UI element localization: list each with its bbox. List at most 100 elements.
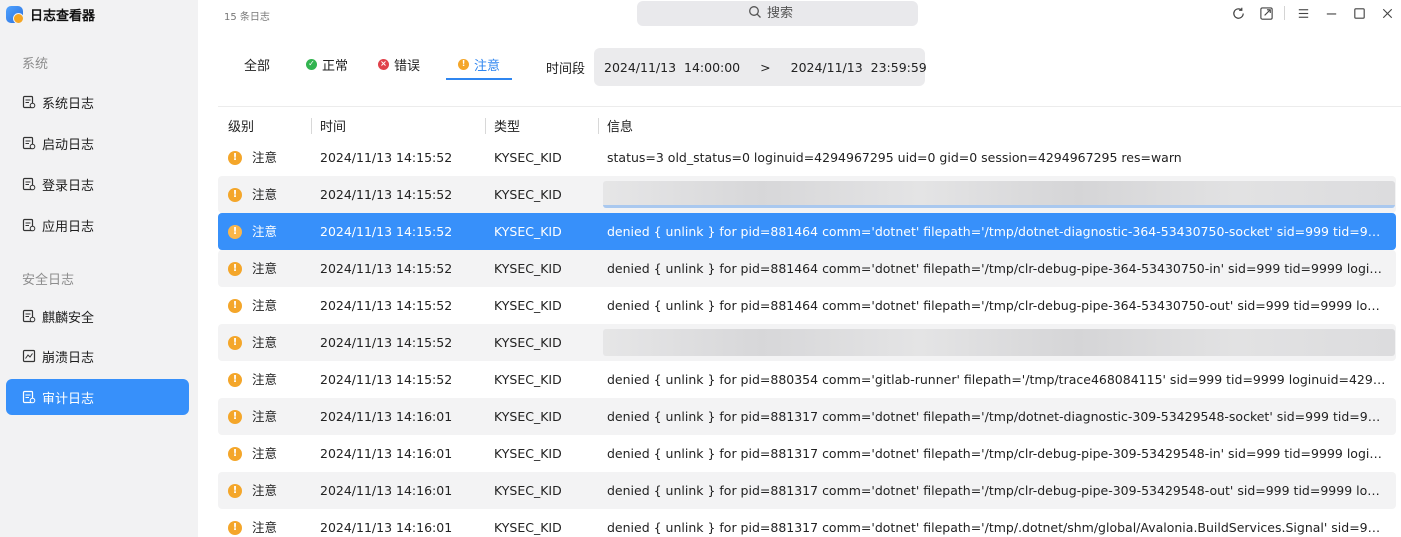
header-divider <box>218 106 1401 107</box>
sidebar-item-kylin-security[interactable]: 麒麟安全 <box>6 298 189 334</box>
tab-error[interactable]: × 错误 <box>374 50 424 80</box>
type-cell: KYSEC_KID <box>494 187 562 202</box>
tab-warning[interactable]: ! 注意 <box>446 50 513 80</box>
time-range-label: 时间段 <box>546 62 586 77</box>
time-cell: 2024/11/13 14:15:52 <box>320 224 453 239</box>
export-button[interactable] <box>1252 0 1280 26</box>
info-cell: denied { unlink } for pid=881464 comm='d… <box>607 298 1387 313</box>
sidebar-item-boot-log[interactable]: 启动日志 <box>6 125 189 161</box>
log-table: ! 注意 2024/11/13 14:15:52 KYSEC_KID status… <box>218 139 1401 537</box>
sidebar-item-system-log[interactable]: 系统日志 <box>6 84 189 120</box>
level-text: 注意 <box>252 298 278 313</box>
table-row[interactable]: ! 注意 2024/11/13 14:15:52 KYSEC_KID <box>218 324 1396 361</box>
level-text: 注意 <box>252 372 278 387</box>
column-header-level[interactable]: 级别 <box>228 116 254 135</box>
info-cell: denied { unlink } for pid=881317 comm='d… <box>607 446 1387 461</box>
type-cell: KYSEC_KID <box>494 372 562 387</box>
time-range-arrow: > <box>760 59 771 75</box>
level-cell: ! 注意 <box>228 213 277 250</box>
level-cell: ! 注意 <box>228 435 277 472</box>
level-cell: ! 注意 <box>228 176 277 213</box>
table-row[interactable]: ! 注意 2024/11/13 14:15:52 KYSEC_KID denied… <box>218 287 1396 324</box>
level-text: 注意 <box>252 446 278 461</box>
level-text: 注意 <box>252 261 278 276</box>
menu-button[interactable] <box>1289 0 1317 26</box>
time-cell: 2024/11/13 14:16:01 <box>320 446 453 461</box>
time-cell: 2024/11/13 14:15:52 <box>320 298 453 313</box>
warning-circle-icon: ! <box>228 224 242 239</box>
export-icon <box>1259 6 1273 20</box>
time-cell: 2024/11/13 14:15:52 <box>320 261 453 276</box>
time-cell: 2024/11/13 14:16:01 <box>320 483 453 498</box>
sidebar-group-security: 安全日志 <box>22 273 75 288</box>
app-title-text: 日志查看器 <box>30 8 96 24</box>
sidebar-item-label: 崩溃日志 <box>42 350 95 366</box>
menu-icon <box>1298 8 1308 18</box>
app-logo-icon <box>6 5 24 24</box>
tab-label: 正常 <box>322 58 349 74</box>
table-row[interactable]: ! 注意 2024/11/13 14:15:52 KYSEC_KID <box>218 176 1396 213</box>
app-title: 日志查看器 <box>6 4 95 24</box>
level-filter-tabs: 全部 ✓ 正常 × 错误 ! 注意 <box>220 50 534 80</box>
column-divider[interactable] <box>598 118 599 134</box>
minimize-button[interactable] <box>1317 0 1345 26</box>
sidebar-item-label: 麒麟安全 <box>42 310 95 326</box>
time-cell: 2024/11/13 14:15:52 <box>320 372 453 387</box>
table-header: 级别 时间 类型 信息 <box>218 112 1401 138</box>
level-cell: ! 注意 <box>228 139 277 176</box>
info-cell: denied { unlink } for pid=881464 comm='d… <box>607 224 1387 239</box>
sidebar-item-login-log[interactable]: 登录日志 <box>6 166 189 202</box>
tab-normal[interactable]: ✓ 正常 <box>302 50 352 80</box>
table-row[interactable]: ! 注意 2024/11/13 14:16:01 KYSEC_KID denied… <box>218 509 1396 537</box>
info-cell: denied { unlink } for pid=880354 comm='g… <box>607 372 1387 387</box>
level-text: 注意 <box>252 224 278 239</box>
sidebar-item-label: 登录日志 <box>42 178 95 194</box>
sidebar-item-audit-log[interactable]: 审计日志 <box>6 379 189 415</box>
type-cell: KYSEC_KID <box>494 409 562 424</box>
log-icon <box>22 95 36 109</box>
sidebar-item-label: 审计日志 <box>42 391 95 407</box>
log-icon <box>22 309 36 323</box>
tab-all[interactable]: 全部 <box>220 50 274 80</box>
sidebar-item-label: 系统日志 <box>42 96 95 112</box>
type-cell: KYSEC_KID <box>494 261 562 276</box>
tab-label: 注意 <box>474 58 501 74</box>
check-circle-icon: ✓ <box>306 58 318 70</box>
type-cell: KYSEC_KID <box>494 520 562 535</box>
maximize-button[interactable] <box>1345 0 1373 26</box>
window-controls <box>1224 0 1401 26</box>
refresh-button[interactable] <box>1224 0 1252 26</box>
column-header-time[interactable]: 时间 <box>320 116 346 135</box>
column-header-info[interactable]: 信息 <box>607 116 633 135</box>
table-row[interactable]: ! 注意 2024/11/13 14:16:01 KYSEC_KID denied… <box>218 398 1396 435</box>
time-range-picker[interactable]: 2024/11/13 14:00:00 > 2024/11/13 23:59:5… <box>594 48 927 86</box>
log-count: 15 条日志 <box>224 12 270 23</box>
column-divider[interactable] <box>485 118 486 134</box>
minimize-icon <box>1326 12 1336 15</box>
column-header-type[interactable]: 类型 <box>494 116 520 135</box>
level-text: 注意 <box>252 335 278 350</box>
log-icon <box>22 177 36 191</box>
level-text: 注意 <box>252 520 278 535</box>
type-cell: KYSEC_KID <box>494 483 562 498</box>
divider <box>1284 6 1285 20</box>
level-cell: ! 注意 <box>228 509 277 537</box>
table-row[interactable]: ! 注意 2024/11/13 14:16:01 KYSEC_KID denied… <box>218 472 1396 509</box>
table-row[interactable]: ! 注意 2024/11/13 14:16:01 KYSEC_KID denied… <box>218 435 1396 472</box>
search-box[interactable] <box>637 1 918 26</box>
close-button[interactable] <box>1373 0 1401 26</box>
warning-circle-icon: ! <box>228 261 242 276</box>
level-cell: ! 注意 <box>228 287 277 324</box>
error-circle-icon: × <box>378 58 390 70</box>
table-row[interactable]: ! 注意 2024/11/13 14:15:52 KYSEC_KID denied… <box>218 250 1396 287</box>
column-divider[interactable] <box>311 118 312 134</box>
warning-circle-icon: ! <box>458 58 470 70</box>
table-row[interactable]: ! 注意 2024/11/13 14:15:52 KYSEC_KID denied… <box>218 361 1396 398</box>
sidebar-item-crash-log[interactable]: 崩溃日志 <box>6 338 189 374</box>
tab-label: 错误 <box>394 58 421 74</box>
sidebar-item-app-log[interactable]: 应用日志 <box>6 207 189 243</box>
level-cell: ! 注意 <box>228 250 277 287</box>
table-row[interactable]: ! 注意 2024/11/13 14:15:52 KYSEC_KID status… <box>218 139 1396 176</box>
table-row[interactable]: ! 注意 2024/11/13 14:15:52 KYSEC_KID denied… <box>218 213 1396 250</box>
search-input[interactable] <box>767 6 807 21</box>
